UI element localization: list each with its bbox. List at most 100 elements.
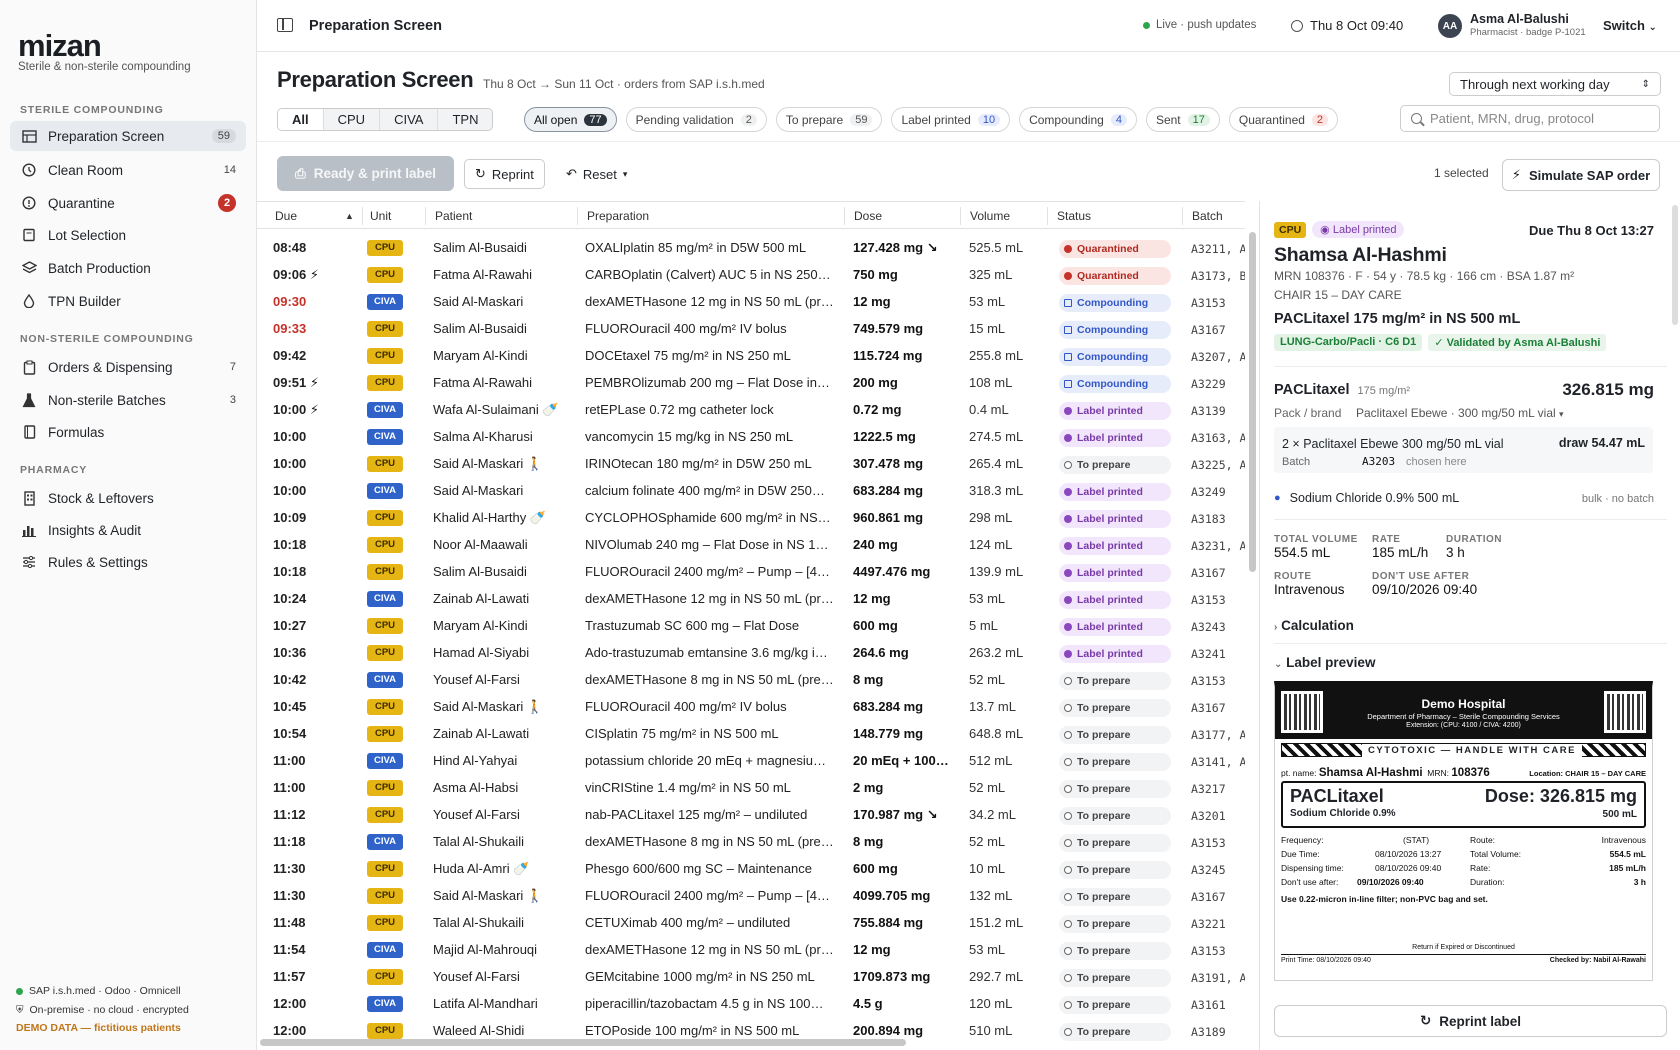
sidebar: mizan Sterile & non-sterile compounding … <box>0 0 257 1050</box>
table-row[interactable]: 11:48 CPU Talal Al-Shukaili CETUXimab 400 m… <box>257 910 1245 937</box>
col-unit[interactable]: Unit <box>370 209 391 223</box>
col-status[interactable]: Status <box>1057 209 1091 223</box>
table-row[interactable]: 10:00 ⚡ CIVA Wafa Al-Sulaimani 🍼 retEPLase … <box>257 397 1245 424</box>
lightning-icon: ⚡ <box>1511 167 1521 182</box>
horizontal-scrollbar[interactable] <box>260 1039 906 1046</box>
table-row[interactable]: 10:00 CPU Said Al-Maskari 🚶 IRINOtecan 180 … <box>257 451 1245 478</box>
unit-badge: CPU <box>367 537 403 553</box>
table-row[interactable]: 10:54 CPU Zainab Al-Lawati CISplatin 75 mg/… <box>257 721 1245 748</box>
orders-table: Due ▲ Unit Patient Preparation Dose Volu… <box>257 201 1245 1050</box>
sidebar-item-non-sterile-batches[interactable]: Non-sterile Batches 3 <box>10 385 246 415</box>
table-row[interactable]: 10:42 CIVA Yousef Al-Farsi dexAMETHasone 8 … <box>257 667 1245 694</box>
table-row[interactable]: 10:00 CIVA Salma Al-Kharusi vancomycin 15 m… <box>257 424 1245 451</box>
col-patient[interactable]: Patient <box>435 209 472 223</box>
col-due[interactable]: Due <box>275 209 297 223</box>
sidebar-item-insights-audit[interactable]: Insights & Audit <box>10 515 246 545</box>
sort-asc-icon[interactable]: ▲ <box>345 211 354 221</box>
table-row[interactable]: 09:51 ⚡ CPU Fatma Al-Rawahi PEMBROlizumab 2… <box>257 370 1245 397</box>
table-row[interactable]: 11:12 CPU Yousef Al-Farsi nab-PACLitaxel 12… <box>257 802 1245 829</box>
label-due-l: Due Time: <box>1281 849 1320 859</box>
label-preview-toggle[interactable]: ⌄ Label preview <box>1274 655 1375 670</box>
table-row[interactable]: 10:45 CPU Said Al-Maskari 🚶 FLUOROuracil 40… <box>257 694 1245 721</box>
col-volume[interactable]: Volume <box>970 209 1010 223</box>
dose: 115.724 mg <box>853 348 923 363</box>
switch-user-button[interactable]: Switch ⌄ <box>1603 18 1657 33</box>
table-row[interactable]: 10:09 CPU Khalid Al-Harthy 🍼 CYCLOPHOSphami… <box>257 505 1245 532</box>
col-preparation[interactable]: Preparation <box>587 209 649 223</box>
table-row[interactable]: 10:24 CIVA Zainab Al-Lawati dexAMETHasone 1… <box>257 586 1245 613</box>
table-row[interactable]: 11:00 CIVA Hind Al-Yahyai potassium chlorid… <box>257 748 1245 775</box>
table-row[interactable]: 09:06 ⚡ CPU Fatma Al-Rawahi CARBOplatin (Ca… <box>257 262 1245 289</box>
simulate-sap-order-button[interactable]: ⚡ Simulate SAP order <box>1502 159 1660 191</box>
pack-label: Pack / brand <box>1274 406 1342 420</box>
status-badge: To prepare <box>1059 780 1171 798</box>
sidebar-item-lot-selection[interactable]: Lot Selection <box>10 220 246 250</box>
filter-quarantined[interactable]: Quarantined 2 <box>1228 107 1339 132</box>
table-row[interactable]: 10:27 CPU Maryam Al-Kindi Trastuzumab SC 60… <box>257 613 1245 640</box>
table-row[interactable]: 09:42 CPU Maryam Al-Kindi DOCEtaxel 75 mg/m… <box>257 343 1245 370</box>
shield-icon: ⛨ <box>16 1004 24 1016</box>
patient-name: Maryam Al-Kindi <box>433 348 528 363</box>
filter-compounding[interactable]: Compounding 4 <box>1019 107 1137 132</box>
tab-cpu[interactable]: CPU <box>324 109 381 130</box>
date-range-select[interactable]: Through next working day ⇕ <box>1449 72 1661 96</box>
table-row[interactable]: 09:33 CPU Salim Al-Busaidi FLUOROuracil 400… <box>257 316 1245 343</box>
reprint-label-button[interactable]: ↻ Reprint label <box>1274 1005 1667 1037</box>
search-input[interactable]: Patient, MRN, drug, protocol <box>1400 105 1660 132</box>
col-dose[interactable]: Dose <box>854 209 882 223</box>
filter-all-open[interactable]: All open 77 <box>524 107 617 132</box>
filter-to-prepare[interactable]: To prepare 59 <box>775 107 883 132</box>
panel-scrollbar[interactable] <box>1672 205 1678 325</box>
table-row[interactable]: 10:36 CPU Hamad Al-Siyabi Ado-trastuzumab e… <box>257 640 1245 667</box>
table-row[interactable]: 10:18 CPU Noor Al-Maawali NIVOlumab 240 mg … <box>257 532 1245 559</box>
tab-tpn[interactable]: TPN <box>438 109 492 130</box>
dose: 8 mg <box>853 672 884 687</box>
sidebar-item-preparation-screen[interactable]: Preparation Screen 59 <box>10 121 246 151</box>
tab-all[interactable]: All <box>278 109 324 130</box>
order-drug: PACLitaxel 175 mg/m² in NS 500 mL <box>1274 311 1521 327</box>
col-batch[interactable]: Batch <box>1192 209 1223 223</box>
batch-value[interactable]: A3203 <box>1362 455 1395 468</box>
sidebar-item-batch-production[interactable]: Batch Production <box>10 253 246 283</box>
sidebar-item-orders-dispensing[interactable]: Orders & Dispensing 7 <box>10 352 246 382</box>
sidebar-item-label: Clean Room <box>48 162 124 178</box>
table-row[interactable]: 10:18 CPU Salim Al-Busaidi FLUOROuracil 240… <box>257 559 1245 586</box>
preparation: Ado-trastuzumab emtansine 3.6 mg/kg i… <box>585 645 828 660</box>
sidebar-item-formulas[interactable]: Formulas <box>10 417 246 447</box>
table-row[interactable]: 12:00 CIVA Latifa Al-Mandhari piperacillin/… <box>257 991 1245 1018</box>
volume: 139.9 mL <box>969 564 1024 579</box>
table-row[interactable]: 11:00 CPU Asma Al-Habsi vinCRIStine 1.4 mg/… <box>257 775 1245 802</box>
search-icon <box>1411 113 1422 124</box>
sidebar-item-clean-room[interactable]: Clean Room 14 <box>10 155 246 185</box>
vertical-scrollbar[interactable] <box>1249 232 1256 572</box>
table-row[interactable]: 11:30 CPU Huda Al-Amri 🍼 Phesgo 600/600 mg … <box>257 856 1245 883</box>
table-row[interactable]: 11:54 CIVA Majid Al-Mahrouqi dexAMETHasone … <box>257 937 1245 964</box>
calculation-toggle[interactable]: › Calculation <box>1274 618 1354 633</box>
label-print-time: Print Time: 08/10/2026 09:40 <box>1281 957 1371 964</box>
volume: 52 mL <box>969 672 1006 687</box>
table-row[interactable]: 11:30 CPU Said Al-Maskari 🚶 FLUOROuracil 24… <box>257 883 1245 910</box>
table-row[interactable]: 08:48 CPU Salim Al-Busaidi OXALIplatin 85 m… <box>257 235 1245 262</box>
duration-field: DURATION 3 h <box>1446 534 1502 560</box>
dose: 1222.5 mg <box>853 429 916 444</box>
filter-sent[interactable]: Sent 17 <box>1145 107 1220 132</box>
clock-icon <box>1291 19 1303 32</box>
filter-pending-validation[interactable]: Pending validation 2 <box>625 107 767 132</box>
table-row[interactable]: 10:00 CIVA Said Al-Maskari calcium folinate… <box>257 478 1245 505</box>
ready-print-label-button[interactable]: ⎙ Ready & print label <box>277 156 454 191</box>
reprint-button[interactable]: ↻ Reprint <box>464 159 545 189</box>
status-badge: To prepare <box>1059 915 1171 933</box>
avatar[interactable]: AA <box>1438 14 1462 38</box>
sidebar-item-quarantine[interactable]: Quarantine 2 <box>10 188 246 218</box>
table-row[interactable]: 09:30 CIVA Said Al-Maskari dexAMETHasone 12… <box>257 289 1245 316</box>
sidebar-item-stock-leftovers[interactable]: Stock & Leftovers <box>10 483 246 513</box>
sidebar-item-tpn-builder[interactable]: TPN Builder <box>10 286 246 316</box>
tab-civa[interactable]: CIVA <box>380 109 439 130</box>
table-row[interactable]: 11:18 CIVA Talal Al-Shukaili dexAMETHasone … <box>257 829 1245 856</box>
sidebar-item-rules-settings[interactable]: Rules & Settings <box>10 547 246 577</box>
table-row[interactable]: 11:57 CPU Yousef Al-Farsi GEMcitabine 1000 … <box>257 964 1245 991</box>
sidebar-toggle-icon[interactable] <box>277 18 293 32</box>
reset-button[interactable]: ↶ Reset ▾ <box>556 159 637 189</box>
filter-label-printed[interactable]: Label printed 10 <box>891 107 1011 132</box>
pack-brand-select[interactable]: Paclitaxel Ebewe · 300 mg/50 mL vial ▾ <box>1356 406 1564 420</box>
